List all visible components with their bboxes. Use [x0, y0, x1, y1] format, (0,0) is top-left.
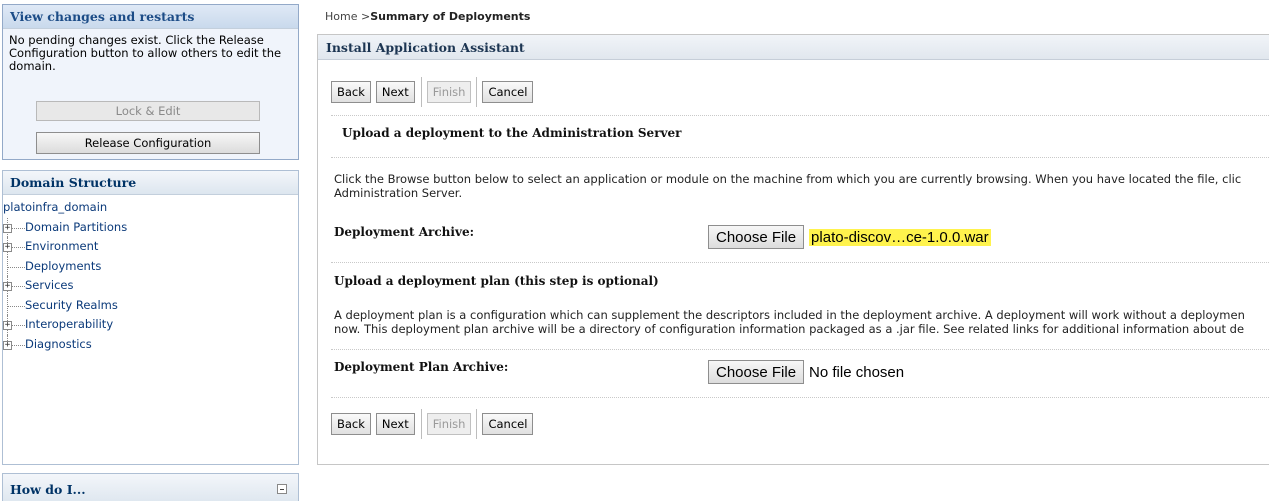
tree-item-domain-partitions[interactable]: + Domain Partitions — [3, 217, 298, 238]
button-separator — [420, 77, 422, 107]
lock-edit-button[interactable]: Lock & Edit — [36, 101, 260, 121]
deployment-plan-label: Deployment Plan Archive: — [334, 360, 509, 374]
tree-item-deployments[interactable]: Deployments — [3, 256, 298, 277]
tree-root-link[interactable]: platoinfra_domain — [3, 198, 298, 218]
back-button[interactable]: Back — [331, 413, 371, 435]
tree-item-label[interactable]: Interoperability — [25, 315, 113, 335]
tree-connector — [3, 256, 25, 276]
plan-file-name: No file chosen — [809, 363, 905, 381]
tree-connector: + — [3, 334, 25, 355]
breadcrumb-home[interactable]: Home > — [325, 10, 370, 23]
divider — [331, 157, 1269, 158]
bottom-button-bar: Back Next Finish Cancel — [331, 409, 538, 439]
tree-item-security-realms[interactable]: Security Realms — [3, 295, 298, 316]
assistant-title: Install Application Assistant — [318, 35, 1269, 60]
install-assistant-panel: Install Application Assistant Back Next … — [317, 34, 1269, 465]
expand-icon[interactable]: + — [3, 340, 12, 350]
deployment-archive-input: Choose File plato-discov…ce-1.0.0.war — [708, 225, 991, 249]
tree-connector: + — [3, 237, 25, 257]
domain-structure-title: Domain Structure — [3, 171, 298, 195]
how-do-i-panel: How do I... — [2, 473, 299, 501]
choose-plan-file-button[interactable]: Choose File — [708, 360, 805, 384]
expand-icon[interactable]: + — [3, 321, 12, 330]
tree-item-label[interactable]: Deployments — [25, 257, 101, 277]
divider — [331, 349, 1269, 350]
upload-deployment-heading: Upload a deployment to the Administratio… — [342, 126, 682, 140]
back-button[interactable]: Back — [331, 81, 371, 103]
choose-file-button[interactable]: Choose File — [708, 225, 805, 249]
browse-text-line: Administration Server. — [334, 186, 463, 200]
release-configuration-button[interactable]: Release Configuration — [36, 132, 260, 154]
next-button[interactable]: Next — [375, 413, 415, 435]
divider — [331, 397, 1269, 398]
tree-item-label[interactable]: Services — [25, 276, 74, 296]
plan-text-line: now. This deployment plan archive will b… — [334, 322, 1245, 336]
breadcrumb: Home >Summary of Deployments — [325, 10, 530, 23]
divider — [331, 115, 1269, 116]
how-do-i-title: How do I... — [10, 481, 86, 497]
tree-connector — [3, 295, 25, 315]
cancel-button[interactable]: Cancel — [482, 81, 534, 103]
top-button-bar: Back Next Finish Cancel — [331, 77, 538, 107]
domain-tree: platoinfra_domain + Domain Partitions + Env… — [3, 195, 298, 354]
message-line: domain. — [9, 59, 56, 73]
browse-text-line: Click the Browse button below to select … — [334, 172, 1242, 186]
tree-item-services[interactable]: + Services — [3, 276, 298, 296]
tree-item-label[interactable]: Diagnostics — [25, 335, 92, 355]
tree-item-diagnostics[interactable]: + Diagnostics — [3, 334, 298, 355]
browse-instructions: Click the Browse button below to select … — [334, 172, 1269, 200]
button-separator — [420, 409, 422, 439]
change-center-panel: View changes and restarts No pending cha… — [2, 4, 299, 160]
divider — [331, 262, 1269, 263]
tree-connector: + — [3, 217, 25, 237]
tree-item-label[interactable]: Domain Partitions — [25, 218, 127, 238]
selected-file-name: plato-discov…ce-1.0.0.war — [809, 228, 991, 246]
deployment-archive-label: Deployment Archive: — [334, 225, 475, 239]
finish-button[interactable]: Finish — [426, 413, 472, 435]
expand-icon[interactable]: + — [3, 282, 12, 291]
tree-connector: + — [3, 315, 25, 335]
change-center-message: No pending changes exist. Click the Rele… — [3, 29, 298, 73]
tree-item-label[interactable]: Security Realms — [25, 296, 118, 316]
button-separator — [476, 77, 478, 107]
tree-connector: + — [3, 276, 25, 296]
breadcrumb-current: Summary of Deployments — [370, 10, 531, 23]
collapse-icon[interactable] — [277, 484, 287, 494]
expand-icon[interactable]: + — [3, 223, 12, 233]
change-center-title: View changes and restarts — [3, 5, 298, 29]
deployment-plan-input: Choose File No file chosen — [708, 360, 904, 384]
cancel-button[interactable]: Cancel — [482, 413, 534, 435]
next-button[interactable]: Next — [375, 81, 415, 103]
how-do-i-header: How do I... — [3, 474, 298, 501]
tree-item-interoperability[interactable]: + Interoperability — [3, 315, 298, 335]
domain-structure-panel: Domain Structure platoinfra_domain + Doma… — [2, 170, 299, 465]
plan-text-line: A deployment plan is a configuration whi… — [334, 308, 1245, 322]
plan-description: A deployment plan is a configuration whi… — [334, 308, 1269, 336]
finish-button[interactable]: Finish — [426, 81, 472, 103]
expand-icon[interactable]: + — [3, 243, 12, 252]
button-separator — [476, 409, 478, 439]
deployment-plan-heading: Upload a deployment plan (this step is o… — [334, 274, 659, 288]
tree-item-label[interactable]: Environment — [25, 237, 98, 257]
tree-item-environment[interactable]: + Environment — [3, 237, 298, 257]
